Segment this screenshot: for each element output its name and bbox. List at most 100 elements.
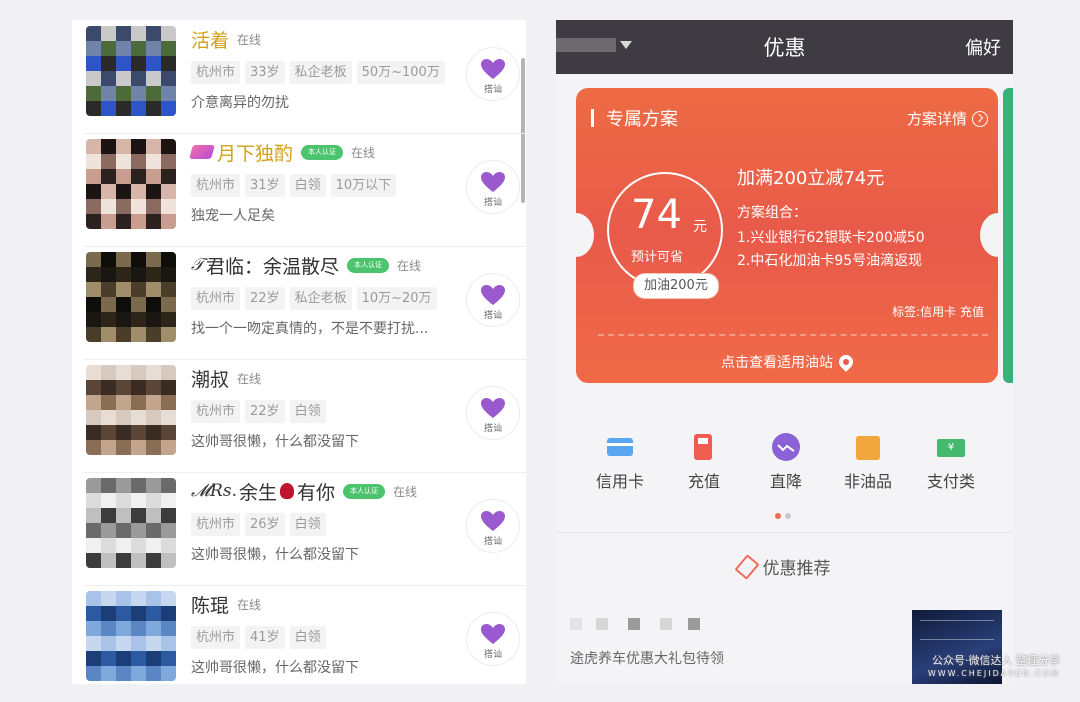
next-card-edge[interactable] bbox=[1003, 88, 1013, 383]
watermark: 公众号·微信达人 整理分享 WWW.CHEJIDAREN.COM bbox=[928, 654, 1060, 680]
exclusive-plan-card[interactable]: 专属方案 方案详情 74 元 预计可省 加油200元 加满200立减74元 方案… bbox=[576, 88, 998, 383]
heart-icon bbox=[481, 285, 505, 305]
avatar[interactable] bbox=[86, 591, 176, 681]
online-status: 在线 bbox=[237, 32, 262, 47]
user-name[interactable]: 陈琨 bbox=[191, 591, 229, 618]
profile-tag: 26岁 bbox=[245, 513, 285, 536]
verified-badge: 本人认证 bbox=[347, 257, 390, 273]
ticket-notch-right bbox=[980, 213, 998, 257]
list-item[interactable]: 月下独酌 本人认证 在线 杭州市 31岁 白领 10万以下 独宠一人足矣 搭讪 bbox=[84, 133, 526, 247]
user-name[interactable]: 余生 bbox=[239, 478, 277, 505]
profile-tag: 杭州市 bbox=[191, 513, 241, 536]
tag-list: 杭州市 41岁 白领 bbox=[191, 626, 331, 649]
category-label: 支付类 bbox=[926, 472, 975, 491]
card-title: 专属方案 bbox=[606, 109, 678, 130]
recommend-heading: 优惠推荐 bbox=[556, 553, 1013, 580]
tag-icon bbox=[733, 553, 760, 580]
gem-icon bbox=[189, 145, 215, 159]
ticket-notch-left bbox=[576, 213, 594, 257]
plan-heading: 方案组合： bbox=[737, 205, 807, 221]
tag-list: 杭州市 22岁 白领 bbox=[191, 400, 331, 423]
avatar[interactable] bbox=[86, 478, 176, 568]
name-line: 潮叔 在线 bbox=[191, 365, 261, 391]
greet-button[interactable]: 搭讪 bbox=[466, 273, 520, 327]
list-item[interactable]: 𝓜Rs. 余生 有你 本人认证 在线 杭州市 26岁 白领 这帅哥很懒，什么都没留下 搭讪 bbox=[84, 472, 526, 586]
category-row: 信用卡 充值 直降 非油品 ¥ 支付类 bbox=[556, 432, 1013, 492]
greet-button[interactable]: 搭讪 bbox=[466, 386, 520, 440]
plan-detail-link[interactable]: 方案详情 bbox=[907, 108, 988, 129]
view-stations-link[interactable]: 点击查看适用油站 bbox=[576, 352, 998, 372]
greet-button[interactable]: 搭讪 bbox=[466, 47, 520, 101]
greet-button[interactable]: 搭讪 bbox=[466, 612, 520, 666]
blurred-content bbox=[628, 618, 640, 630]
fuel-pump-icon bbox=[689, 432, 719, 462]
avatar[interactable] bbox=[86, 139, 176, 229]
greet-button[interactable]: 搭讪 bbox=[466, 160, 520, 214]
list-item[interactable]: 𝒯 君临：余温散尽 本人认证 在线 杭州市 22岁 私企老板 10万~20万 找一个一吻定真情的… bbox=[84, 246, 526, 360]
avatar[interactable] bbox=[86, 252, 176, 342]
recommend-label: 优惠推荐 bbox=[762, 559, 831, 579]
profile-tag: 杭州市 bbox=[191, 174, 241, 197]
fuel-amount-pill: 加油200元 bbox=[633, 273, 719, 299]
blurred-content bbox=[596, 618, 608, 630]
heart-icon bbox=[481, 172, 505, 192]
heart-icon bbox=[481, 511, 505, 531]
profile-tag: 33岁 bbox=[245, 61, 285, 84]
promo-headline: 加满200立减74元 bbox=[737, 168, 885, 189]
discount-panel: 优惠 偏好 专属方案 方案详情 74 元 预计可省 加油200元 加满200立减… bbox=[556, 20, 1013, 684]
profile-tag: 10万~20万 bbox=[356, 287, 437, 310]
heart-icon bbox=[481, 624, 505, 644]
online-status: 在线 bbox=[237, 597, 262, 612]
category-payment[interactable]: ¥ 支付类 bbox=[916, 432, 986, 492]
list-item[interactable]: 陈琨 在线 杭州市 41岁 白领 这帅哥很懒，什么都没留下 搭讪 bbox=[84, 585, 526, 684]
user-name[interactable]: 活着 bbox=[191, 26, 229, 53]
page-dot-active[interactable] bbox=[775, 513, 781, 519]
category-recharge[interactable]: 充值 bbox=[669, 432, 739, 492]
divider bbox=[556, 532, 1013, 533]
greet-button[interactable]: 搭讪 bbox=[466, 499, 520, 553]
avatar[interactable] bbox=[86, 26, 176, 116]
name-prefix: 𝓜Rs. bbox=[191, 481, 237, 501]
name-line: 月下独酌 本人认证 在线 bbox=[189, 139, 376, 166]
view-stations-label: 点击查看适用油站 bbox=[721, 355, 833, 371]
category-non-fuel[interactable]: 非油品 bbox=[833, 432, 903, 492]
shopping-bag-icon bbox=[853, 432, 883, 462]
profile-tag: 杭州市 bbox=[191, 400, 241, 423]
blurred-content bbox=[688, 618, 700, 630]
category-label: 充值 bbox=[687, 472, 720, 491]
chevron-right-icon bbox=[972, 110, 988, 127]
category-price-drop[interactable]: 直降 bbox=[751, 432, 821, 492]
greet-label: 搭讪 bbox=[483, 650, 502, 660]
profile-tag: 31岁 bbox=[245, 174, 285, 197]
plan-item: 1.兴业银行62银联卡200减50 bbox=[737, 230, 925, 246]
page-dot[interactable] bbox=[785, 513, 791, 519]
list-item[interactable]: 潮叔 在线杭州市 22岁 白领这帅哥很懒，什么都没留下 搭讪 bbox=[84, 359, 526, 473]
payment-ticket-icon: ¥ bbox=[936, 432, 966, 462]
online-status: 在线 bbox=[237, 371, 262, 386]
user-list-panel: 活着 在线 杭州市 33岁 私企老板 50万~100万 介意离异的勿扰 搭讪 月下独酌 本人认证在… bbox=[72, 20, 526, 684]
user-name[interactable]: 潮叔 bbox=[191, 365, 229, 392]
online-status: 在线 bbox=[351, 145, 376, 160]
greet-label: 搭讪 bbox=[483, 537, 502, 547]
greet-label: 搭讪 bbox=[483, 424, 502, 434]
name-prefix: 𝒯 bbox=[191, 255, 205, 275]
user-bio: 这帅哥很懒，什么都没留下 bbox=[191, 434, 359, 450]
location-pin-icon bbox=[836, 352, 856, 372]
profile-tag: 白领 bbox=[289, 626, 326, 649]
list-item[interactable]: 活着 在线 杭州市 33岁 私企老板 50万~100万 介意离异的勿扰 搭讪 bbox=[84, 20, 526, 134]
price-drop-icon bbox=[771, 432, 801, 462]
verified-badge: 本人认证 bbox=[343, 483, 385, 499]
online-status: 在线 bbox=[397, 258, 422, 273]
top-nav-bar: 优惠 偏好 bbox=[556, 20, 1013, 74]
greet-label: 搭讪 bbox=[483, 198, 502, 208]
user-name[interactable]: 君临：余温散尽 bbox=[206, 252, 339, 279]
avatar[interactable] bbox=[86, 365, 176, 455]
rose-icon bbox=[279, 483, 294, 499]
plan-detail-label: 方案详情 bbox=[906, 110, 967, 128]
profile-tag: 私企老板 bbox=[289, 287, 352, 310]
promo-item-title[interactable]: 途虎养车优惠大礼包待领 bbox=[570, 648, 724, 668]
name-line: 活着 在线 bbox=[191, 26, 261, 52]
category-credit-card[interactable]: 信用卡 bbox=[585, 432, 655, 492]
user-name[interactable]: 月下独酌 bbox=[217, 139, 293, 166]
preference-button[interactable]: 偏好 bbox=[965, 34, 1001, 60]
